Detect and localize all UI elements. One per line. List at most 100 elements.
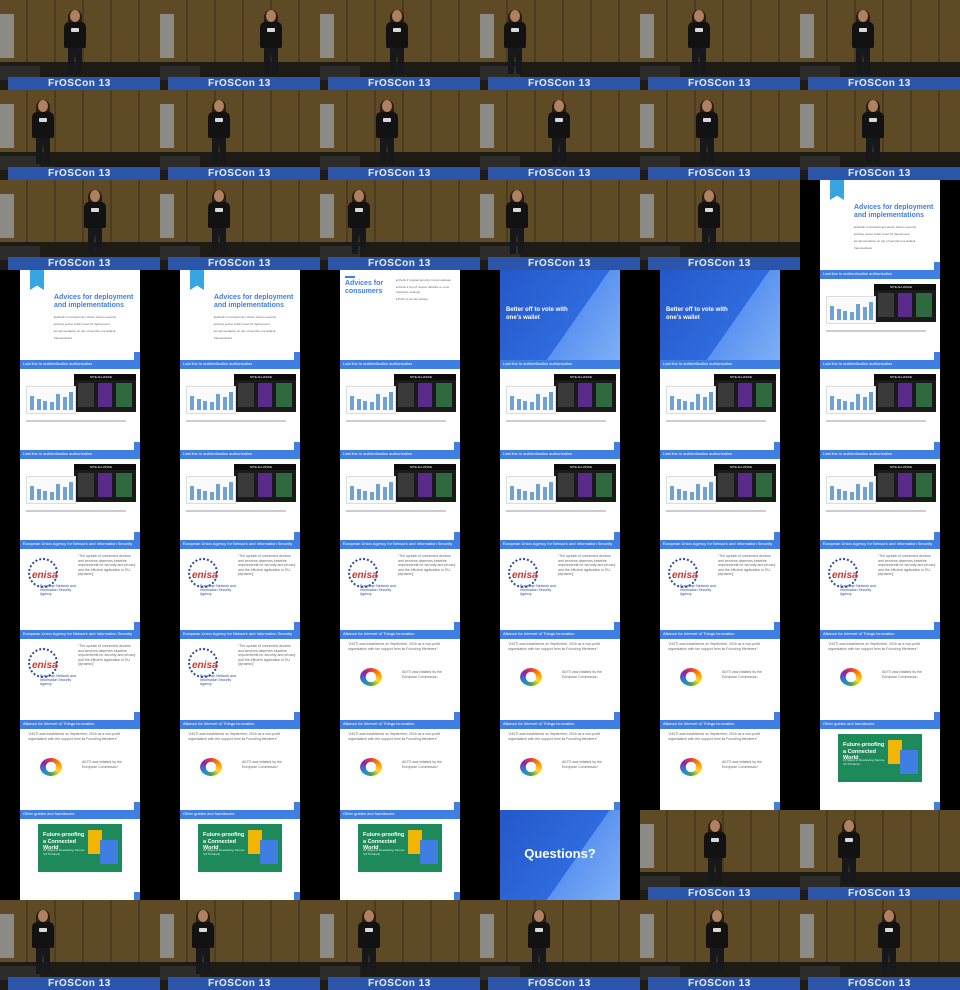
speaker-shirt (260, 22, 282, 48)
slide-tile: Alliance for Internet of Things Innovati… (0, 720, 160, 810)
wall-panel (640, 14, 654, 58)
slide-footer-tab (454, 442, 460, 450)
speaker-figure (62, 10, 88, 76)
video-frame-tile: FrOSCon 13 (0, 180, 160, 270)
enisa-logo: enisa (192, 570, 218, 581)
slide-caption-line (826, 420, 926, 422)
slide-tile: Alliance for Internet of Things Innovati… (160, 720, 320, 810)
slide-header-text: Other guides and handbooks (343, 811, 395, 816)
chart-bar (369, 492, 374, 500)
shirt-logo (513, 208, 521, 212)
slide-page: European Union Agency for Network and In… (500, 540, 620, 630)
aioti-ring-logo-icon (360, 668, 382, 686)
chart-bar (683, 401, 687, 410)
site-header: NITE ALLIANCE (234, 464, 296, 470)
slide-footer-tab (614, 712, 620, 720)
speaker-head (70, 10, 80, 22)
shirt-logo (215, 118, 223, 122)
video-frame-tile: FrOSCon 13 (160, 90, 320, 180)
slide-page: Alliance for Internet of Things Innovati… (660, 630, 780, 720)
slide-tile: European Union Agency for Network and In… (320, 540, 480, 630)
chart-bar (363, 491, 367, 500)
chart-bar (689, 402, 694, 410)
stage-wall (160, 90, 320, 152)
enisa-quote: "The update of connected devices and ser… (238, 554, 296, 576)
slide-tile: Last line in authentication authorizatio… (480, 450, 640, 540)
conference-banner-text: FrOSCon 13 (208, 168, 271, 179)
slide-header-bar: Last line in authentication authorizatio… (340, 450, 460, 459)
shirt-logo (703, 118, 711, 122)
slide-page: Alliance for Internet of Things Innovati… (20, 720, 140, 810)
wall-panel (800, 14, 814, 58)
speaker-figure (82, 190, 108, 256)
slide-header-bar: Other guides and handbooks (820, 720, 940, 729)
slide-header-bar: European Union Agency for Network and In… (20, 630, 140, 639)
conference-banner: FrOSCon 13 (8, 77, 160, 90)
chart-bar (216, 394, 220, 410)
chart-bar (696, 484, 700, 500)
slide-header-text: Last line in authentication authorizatio… (503, 451, 573, 456)
enisa-logo-subtitle: European Network and Information Securit… (680, 584, 716, 596)
speaker-figure (850, 10, 876, 76)
aioti-side-note: AIOTI was initiated by the European Comm… (402, 670, 442, 679)
speaker-shirt (376, 112, 398, 138)
shirt-logo (39, 118, 47, 122)
slide-page: Last line in authentication authorizatio… (180, 450, 300, 540)
website-screenshot: NITE ALLIANCE (874, 464, 936, 502)
stage-wall (0, 900, 160, 962)
conference-banner-text: FrOSCon 13 (848, 888, 911, 899)
conference-banner: FrOSCon 13 (168, 77, 320, 90)
shirt-logo (393, 28, 401, 32)
speaker-head (38, 100, 48, 112)
aioti-ring-logo-icon (200, 758, 222, 776)
conference-banner-text: FrOSCon 13 (848, 978, 911, 989)
website-screenshot: NITE ALLIANCE (234, 374, 296, 412)
slide-tile: Better off to vote with one's wallet (640, 270, 800, 360)
aioti-side-note: AIOTI was initiated by the European Comm… (242, 760, 282, 769)
conference-banner: FrOSCon 13 (168, 167, 320, 180)
chart-bar (62, 487, 67, 500)
wall-panel (480, 14, 494, 58)
chart-bar (670, 396, 674, 410)
slide-page: Alliance for Internet of Things Innovati… (820, 630, 940, 720)
slide-tile: European Union Agency for Network and In… (480, 540, 640, 630)
site-title: NITE ALLIANCE (890, 375, 913, 379)
video-frame-tile: FrOSCon 13 (640, 900, 800, 990)
chart-bar (702, 487, 707, 500)
slide-header-bar: European Union Agency for Network and In… (660, 540, 780, 549)
shirt-logo (695, 28, 703, 32)
slide-footer-tab (134, 892, 140, 900)
conference-banner: FrOSCon 13 (648, 977, 800, 990)
aioti-quote: "AIOTI was established on September, 201… (668, 642, 761, 651)
chart-bar (222, 397, 227, 410)
site-tile (276, 383, 292, 407)
speaker-figure (526, 910, 552, 976)
slide-header-text: Last line in authentication authorizatio… (23, 451, 93, 456)
speaker-figure (502, 10, 528, 76)
bullet-item: Giving secret crash-proof for deployment (214, 321, 294, 328)
bar-chart-thumbnail (186, 386, 236, 414)
slide-tile: Alliance for Internet of Things Innovati… (320, 630, 480, 720)
speaker-figure (504, 190, 530, 256)
aioti-side-note: AIOTI was initiated by the European Comm… (562, 670, 602, 679)
slide-footer-tab (134, 442, 140, 450)
wall-panel (160, 914, 174, 958)
site-title: NITE ALLIANCE (90, 465, 113, 469)
speaker-figure (374, 100, 400, 166)
slide-page: Better off to vote with one's wallet (660, 270, 780, 360)
chart-bar (702, 397, 707, 410)
slide-page: Advices for deployment and implementatio… (820, 180, 940, 270)
video-frame-tile: FrOSCon 13 (0, 0, 160, 90)
site-tile (418, 383, 432, 407)
speaker-head (510, 10, 520, 22)
site-title: NITE ALLIANCE (730, 465, 753, 469)
site-tile (238, 473, 254, 497)
stage-wall (480, 900, 640, 962)
enisa-logo-subtitle: European Network and Information Securit… (200, 674, 236, 686)
site-tile (258, 473, 272, 497)
shirt-logo (713, 928, 721, 932)
conference-banner-text: FrOSCon 13 (688, 78, 751, 89)
speaker-shirt (838, 832, 860, 858)
slide-page: Other guides and handbooks Future-proofin… (20, 810, 140, 900)
site-header: NITE ALLIANCE (874, 374, 936, 380)
